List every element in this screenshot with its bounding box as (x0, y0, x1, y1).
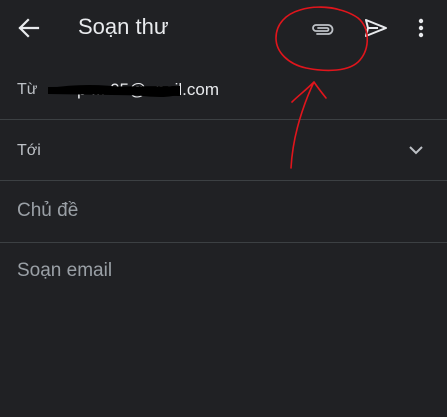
expand-recipients-button[interactable] (406, 140, 426, 160)
compose-toolbar: Soạn thư (0, 0, 447, 58)
attach-button[interactable] (309, 17, 337, 41)
paperclip-icon (312, 24, 334, 35)
compose-screen: Soạn thư Từ p ... 05@ .nail.com (0, 0, 447, 417)
to-label: Tới (17, 142, 41, 159)
from-label: Từ (17, 81, 38, 98)
from-row[interactable]: Từ p ... 05@ .nail.com (0, 60, 447, 119)
subject-input[interactable]: Chủ đề (17, 200, 417, 222)
back-button[interactable] (14, 15, 44, 41)
body-area[interactable]: Soạn email (0, 243, 447, 417)
body-input[interactable]: Soạn email (17, 260, 112, 282)
chevron-down-icon (409, 146, 423, 155)
arrow-back-icon (18, 18, 40, 38)
send-icon (365, 19, 387, 37)
redaction-scribble (48, 85, 180, 97)
more-vert-icon (418, 18, 424, 38)
send-button[interactable] (362, 15, 390, 41)
to-row[interactable]: Tới (0, 120, 447, 180)
page-title: Soạn thư (78, 14, 169, 39)
more-options-button[interactable] (413, 15, 429, 41)
subject-row: Chủ đề (0, 181, 447, 242)
